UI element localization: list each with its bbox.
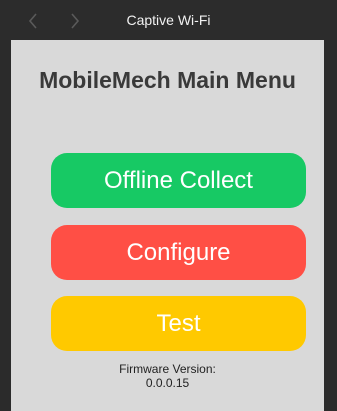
- forward-button[interactable]: [64, 10, 86, 32]
- title-bar: Captive Wi-Fi: [0, 0, 337, 40]
- firmware-version-label: Firmware Version:: [119, 362, 216, 376]
- main-menu-page: MobileMech Main Menu Offline Collect Con…: [11, 40, 324, 411]
- captive-wifi-window: Captive Wi-Fi MobileMech Main Menu Offli…: [0, 0, 337, 411]
- page-title: MobileMech Main Menu: [39, 67, 296, 93]
- window-title: Captive Wi-Fi: [126, 12, 211, 28]
- offline-collect-button[interactable]: Offline Collect: [51, 153, 306, 208]
- test-button[interactable]: Test: [51, 296, 306, 351]
- firmware-version-value: 0.0.0.15: [145, 376, 190, 390]
- configure-button[interactable]: Configure: [51, 225, 306, 280]
- firmware-version: Firmware Version: 0.0.0.15: [11, 362, 324, 390]
- chevron-left-icon: [28, 13, 37, 29]
- chevron-right-icon: [71, 13, 80, 29]
- back-button[interactable]: [22, 10, 44, 32]
